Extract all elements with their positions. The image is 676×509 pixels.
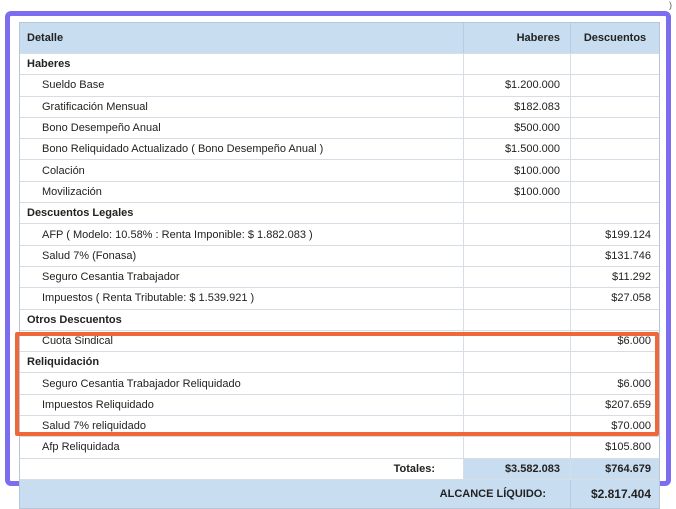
table-row: Movilización $100.000 <box>20 181 659 204</box>
section-title: Reliquidación <box>20 352 464 373</box>
payslip-table: Detalle Haberes Descuentos Haberes Sueld… <box>19 22 660 509</box>
table-header: Detalle Haberes Descuentos <box>20 23 659 54</box>
row-label: Bono Reliquidado Actualizado ( Bono Dese… <box>20 139 464 160</box>
row-credit <box>464 288 571 309</box>
table-row: Gratificación Mensual $182.083 <box>20 96 659 118</box>
totals-label: Totales: <box>20 458 464 479</box>
row-credit <box>464 416 571 437</box>
table-row: Salud 7% reliquidado $70.000 <box>20 416 659 438</box>
row-credit <box>464 394 571 416</box>
row-credit <box>464 266 571 288</box>
row-label: Afp Reliquidada <box>20 437 464 458</box>
row-label: Seguro Cesantia Trabajador <box>20 266 464 288</box>
table-row: Colación $100.000 <box>20 160 659 182</box>
table-row: Cuota Sindical $6.000 <box>20 330 659 353</box>
section-haberes: Haberes <box>20 54 659 76</box>
row-debit: $199.124 <box>605 228 651 241</box>
row-debit <box>571 182 659 202</box>
row-credit: $500.000 <box>464 117 571 139</box>
header-deductions: Descuentos <box>583 32 647 44</box>
payslip-frame: Detalle Haberes Descuentos Haberes Sueld… <box>5 11 671 509</box>
table-row: Afp Reliquidada $105.800 <box>20 437 659 459</box>
header-detail: Detalle <box>20 23 464 53</box>
row-label: Cuota Sindical <box>20 330 464 352</box>
table-row: Seguro Cesantia Trabajador Reliquidado $… <box>20 373 659 395</box>
row-credit <box>464 437 571 458</box>
row-debit <box>571 139 659 159</box>
section-descuentos-legales: Descuentos Legales <box>20 203 659 225</box>
row-debit: $207.659 <box>605 398 651 411</box>
row-credit <box>464 245 571 266</box>
row-label: Bono Desempeño Anual <box>20 117 464 139</box>
row-debit: $6.000 <box>617 377 651 390</box>
row-label: Seguro Cesantia Trabajador Reliquidado <box>20 373 464 394</box>
row-credit <box>464 373 571 394</box>
table-row: Salud 7% (Fonasa) $131.746 <box>20 245 659 267</box>
table-row: Impuestos ( Renta Tributable: $ 1.539.92… <box>20 288 659 310</box>
row-label: Salud 7% (Fonasa) <box>20 245 464 266</box>
totals-debit: $764.679 <box>571 458 659 479</box>
table-row: Impuestos Reliquidado $207.659 <box>20 394 659 417</box>
table-row: AFP ( Modelo: 10.58% : Renta Imponible: … <box>20 224 659 246</box>
net-pay-row: ALCANCE LÍQUIDO: $2.817.404 <box>20 479 659 508</box>
table-row: Seguro Cesantia Trabajador $11.292 <box>20 266 659 289</box>
row-label: Colación <box>20 160 464 181</box>
row-label: Salud 7% reliquidado <box>20 416 464 437</box>
section-title: Descuentos Legales <box>20 203 464 224</box>
section-reliquidacion: Reliquidación <box>20 352 659 374</box>
table-row: Bono Reliquidado Actualizado ( Bono Dese… <box>20 139 659 161</box>
row-debit: $6.000 <box>617 335 651 347</box>
row-credit: $100.000 <box>464 160 571 181</box>
corner-mark: ) <box>669 0 672 10</box>
row-label: AFP ( Modelo: 10.58% : Renta Imponible: … <box>20 224 464 245</box>
row-debit: $70.000 <box>611 420 651 433</box>
net-pay-label: ALCANCE LÍQUIDO: <box>20 479 571 508</box>
row-credit: $100.000 <box>464 181 571 203</box>
net-pay-value: $2.817.404 <box>590 486 651 501</box>
table-row: Sueldo Base $1.200.000 <box>20 75 659 97</box>
row-debit: $27.058 <box>611 292 651 305</box>
row-debit <box>571 75 659 95</box>
section-title: Otros Descuentos <box>20 309 464 330</box>
row-label: Gratificación Mensual <box>20 96 464 117</box>
header-credits: Haberes <box>464 23 571 53</box>
row-debit <box>571 97 659 117</box>
row-debit: $11.292 <box>612 271 651 284</box>
row-credit <box>464 330 571 352</box>
section-title: Haberes <box>20 54 464 75</box>
row-label: Movilización <box>20 181 464 203</box>
row-debit: $105.800 <box>605 441 651 454</box>
section-otros-descuentos: Otros Descuentos <box>20 309 659 331</box>
row-label: Sueldo Base <box>20 75 464 96</box>
row-debit: $131.746 <box>605 249 651 262</box>
totals-credit: $3.582.083 <box>464 458 571 479</box>
table-row: Bono Desempeño Anual $500.000 <box>20 117 659 140</box>
row-credit: $182.083 <box>464 96 571 117</box>
row-debit <box>571 160 659 180</box>
row-debit <box>571 118 659 138</box>
row-label: Impuestos Reliquidado <box>20 394 464 416</box>
row-credit: $1.500.000 <box>464 139 571 160</box>
row-credit: $1.200.000 <box>464 75 571 96</box>
row-label: Impuestos ( Renta Tributable: $ 1.539.92… <box>20 288 464 309</box>
totals-row: Totales: $3.582.083 $764.679 <box>20 458 659 480</box>
row-credit <box>464 224 571 245</box>
